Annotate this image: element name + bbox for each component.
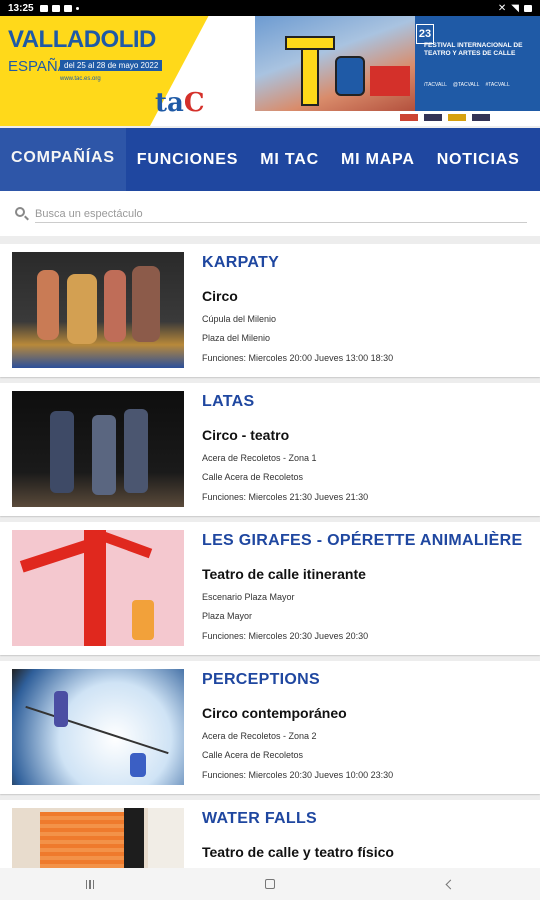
sponsor-logo <box>400 114 418 121</box>
sponsor-logo <box>472 114 490 121</box>
show-title: WATER FALLS <box>202 810 317 827</box>
banner-city: VALLADOLID <box>8 26 156 53</box>
mail-notification-icon <box>63 4 72 12</box>
show-genre: Teatro de calle y teatro físico <box>202 844 394 860</box>
show-title: PERCEPTIONS <box>202 671 320 688</box>
show-venue: Acera de Recoletos - Zona 1 <box>202 453 317 463</box>
show-schedule: Funciones: Miercoles 21:30 Jueves 21:30 <box>202 492 369 502</box>
show-card[interactable]: KARPATY Circo Cúpula del Milenio Plaza d… <box>0 244 540 377</box>
show-thumbnail[interactable] <box>12 252 184 368</box>
show-title: LATAS <box>202 393 255 410</box>
show-thumbnail[interactable] <box>12 530 184 646</box>
search-icon[interactable] <box>15 207 25 217</box>
tab-funciones[interactable]: FUNCIONES <box>126 128 249 191</box>
show-venue: Escenario Plaza Mayor <box>202 592 295 602</box>
recent-apps-icon <box>85 879 95 889</box>
show-card[interactable]: LES GIRAFES - OPÉRETTE ANIMALIÈRE Teatro… <box>0 522 540 655</box>
show-venue: Cúpula del Milenio <box>202 314 277 324</box>
banner-dates: del 25 al 28 de mayo 2022 <box>60 60 163 71</box>
tab-more[interactable]: VO <box>531 128 540 191</box>
tab-mi-tac[interactable]: MI TAC <box>249 128 330 191</box>
main-tabs: COMPAÑÍAS FUNCIONES MI TAC MI MAPA NOTIC… <box>0 128 540 191</box>
show-card[interactable]: PERCEPTIONS Circo contemporáneo Acera de… <box>0 661 540 794</box>
show-location: Plaza del Milenio <box>202 333 271 343</box>
banner-letter-t-sculpture <box>285 36 335 106</box>
system-icons: ✕ ◥ <box>498 3 532 14</box>
tac-logo-right: C <box>183 88 205 118</box>
festival-banner[interactable]: VALLADOLID ESPAÑA del 25 al 28 de mayo 2… <box>0 16 540 126</box>
back-button[interactable] <box>435 874 465 894</box>
system-navigation-bar <box>0 868 540 900</box>
show-list[interactable]: KARPATY Circo Cúpula del Milenio Plaza d… <box>0 236 540 868</box>
show-location: Plaza Mayor <box>202 611 253 621</box>
instagram-handle: @TACVALL <box>452 82 480 88</box>
battery-icon <box>524 4 532 12</box>
recent-apps-button[interactable] <box>75 874 105 894</box>
show-schedule: Funciones: Miercoles 20:00 Jueves 13:00 … <box>202 353 394 363</box>
status-bar: 13:25 ✕ ◥ <box>0 0 540 16</box>
banner-letter-a-sculpture <box>335 56 365 96</box>
home-button[interactable] <box>255 874 285 894</box>
youtube-notification-icon <box>51 4 60 12</box>
banner-festival-name: Festival Internacional de Teatro y Artes… <box>424 42 523 58</box>
wifi-icon: ◥ <box>511 2 519 14</box>
home-icon <box>265 879 275 889</box>
banner-country: ESPAÑA <box>8 58 68 75</box>
banner-red-sculpture <box>370 66 410 96</box>
sponsor-logo <box>424 114 442 121</box>
back-icon <box>445 879 455 889</box>
show-title: LES GIRAFES - OPÉRETTE ANIMALIÈRE <box>202 532 523 549</box>
tab-mi-mapa[interactable]: MI MAPA <box>330 128 426 191</box>
search-bar <box>0 191 540 236</box>
show-card[interactable]: WATER FALLS Teatro de calle y teatro fís… <box>0 800 540 868</box>
vibrate-icon: ✕ <box>497 2 507 14</box>
show-card[interactable]: LATAS Circo - teatro Acera de Recoletos … <box>0 383 540 516</box>
show-thumbnail[interactable] <box>12 808 184 868</box>
show-location: Calle Acera de Recoletos <box>202 750 304 760</box>
facebook-handle: /TACVALL <box>424 82 447 88</box>
banner-social: /TACVALL @TACVALL #TACVALL <box>424 82 510 88</box>
more-notifications-icon <box>75 6 79 10</box>
tab-companias[interactable]: COMPAÑÍAS <box>0 128 126 191</box>
tac-logo: taC <box>155 88 205 118</box>
status-time: 13:25 <box>8 2 34 14</box>
tab-noticias[interactable]: NOTICIAS <box>426 128 531 191</box>
image-notification-icon <box>39 4 48 12</box>
show-title: KARPATY <box>202 254 280 271</box>
show-genre: Circo contemporáneo <box>202 705 347 721</box>
notification-icons <box>39 4 79 12</box>
show-thumbnail[interactable] <box>12 391 184 507</box>
sponsor-logo <box>448 114 466 121</box>
twitter-handle: #TACVALL <box>485 82 510 88</box>
tac-logo-left: ta <box>155 88 184 118</box>
sponsor-logos <box>400 114 490 121</box>
show-thumbnail[interactable] <box>12 669 184 785</box>
banner-edition: 23 <box>416 24 434 44</box>
show-location: Calle Acera de Recoletos <box>202 472 304 482</box>
show-genre: Circo <box>202 288 238 304</box>
show-genre: Teatro de calle itinerante <box>202 566 366 582</box>
search-input[interactable] <box>35 205 527 223</box>
banner-website: www.tac.es.org <box>60 76 101 82</box>
show-schedule: Funciones: Miercoles 20:30 Jueves 20:30 <box>202 631 369 641</box>
show-venue: Acera de Recoletos - Zona 2 <box>202 731 317 741</box>
show-schedule: Funciones: Miercoles 20:30 Jueves 10:00 … <box>202 770 394 780</box>
show-genre: Circo - teatro <box>202 427 290 443</box>
